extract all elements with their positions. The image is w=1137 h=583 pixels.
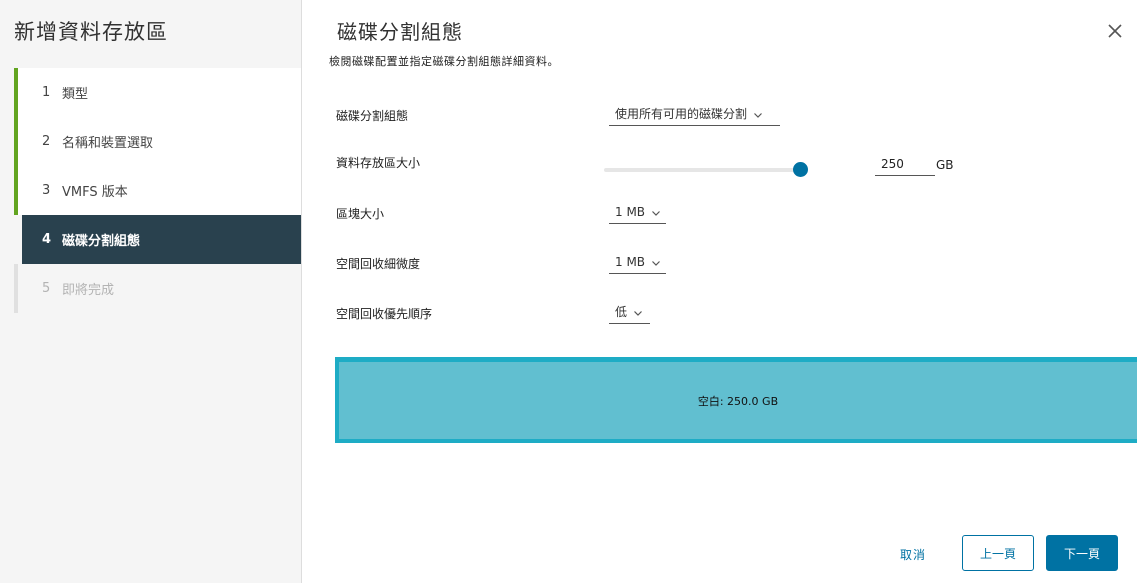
chevron-down-icon bbox=[633, 307, 643, 317]
block-size-value: 1 MB bbox=[615, 204, 646, 219]
step-number: 3 bbox=[42, 183, 51, 198]
datastore-size-input[interactable] bbox=[875, 152, 935, 176]
step-number: 1 bbox=[42, 85, 51, 100]
block-size-select[interactable]: 1 MB bbox=[609, 200, 666, 224]
chevron-down-icon bbox=[753, 109, 763, 119]
wizard-step-partition-config[interactable]: 4 磁碟分割組態 bbox=[22, 215, 301, 264]
datastore-size-slider-handle[interactable] bbox=[792, 162, 808, 177]
reclaim-priority-select[interactable]: 低 bbox=[609, 300, 650, 324]
partition-free-space: 空白: 250.0 GB bbox=[339, 362, 1137, 439]
datastore-size-unit: GB bbox=[936, 158, 954, 172]
partition-layout-bar: 空白: 250.0 GB bbox=[335, 357, 1137, 443]
step-label: 磁碟分割組態 bbox=[62, 234, 141, 249]
reclaim-granularity-label: 空間回收細微度 bbox=[336, 257, 421, 271]
cancel-button[interactable]: 取消 bbox=[900, 546, 926, 563]
block-size-label: 區塊大小 bbox=[336, 207, 385, 221]
step-label: VMFS 版本 bbox=[62, 185, 128, 200]
wizard-main: 磁碟分割組態 檢閱磁碟配置並指定磁碟分割組態詳細資料。 磁碟分割組態 使用所有可… bbox=[302, 0, 1137, 583]
reclaim-granularity-select[interactable]: 1 MB bbox=[609, 250, 666, 274]
step-number: 4 bbox=[42, 232, 52, 247]
partition-config-label: 磁碟分割組態 bbox=[336, 109, 409, 123]
wizard-step-vmfs-version[interactable]: 3 VMFS 版本 bbox=[14, 166, 301, 215]
step-label: 即將完成 bbox=[62, 283, 115, 298]
step-number: 2 bbox=[42, 134, 51, 149]
reclaim-priority-label: 空間回收優先順序 bbox=[336, 307, 433, 321]
partition-free-space-label: 空白: 250.0 GB bbox=[697, 394, 779, 408]
page-title: 磁碟分割組態 bbox=[337, 20, 463, 44]
wizard-sidebar: 新增資料存放區 1 類型 2 名稱和裝置選取 3 VMFS 版本 4 磁碟分割組… bbox=[0, 0, 302, 583]
reclaim-granularity-value: 1 MB bbox=[615, 254, 646, 269]
partition-config-value: 使用所有可用的磁碟分割 bbox=[615, 107, 748, 121]
wizard-step-ready-to-complete: 5 即將完成 bbox=[14, 264, 301, 313]
step-label: 名稱和裝置選取 bbox=[62, 136, 154, 151]
page-subtitle: 檢閱磁碟配置並指定磁碟分割組態詳細資料。 bbox=[329, 55, 559, 68]
reclaim-priority-value: 低 bbox=[615, 305, 628, 319]
datastore-size-label: 資料存放區大小 bbox=[336, 156, 421, 170]
close-button[interactable] bbox=[1104, 20, 1126, 42]
chevron-down-icon bbox=[651, 257, 661, 267]
chevron-down-icon bbox=[651, 207, 661, 217]
next-button[interactable]: 下一頁 bbox=[1046, 535, 1118, 571]
wizard-steps: 1 類型 2 名稱和裝置選取 3 VMFS 版本 4 磁碟分割組態 5 即將完成 bbox=[14, 68, 301, 313]
back-button[interactable]: 上一頁 bbox=[962, 535, 1034, 571]
wizard-step-name-device[interactable]: 2 名稱和裝置選取 bbox=[14, 117, 301, 166]
wizard-step-type[interactable]: 1 類型 bbox=[14, 68, 301, 117]
step-label: 類型 bbox=[62, 87, 89, 102]
datastore-size-slider-track[interactable] bbox=[604, 168, 800, 172]
partition-config-select[interactable]: 使用所有可用的磁碟分割 bbox=[609, 102, 780, 126]
wizard-title: 新增資料存放區 bbox=[14, 20, 168, 44]
close-icon bbox=[1108, 24, 1122, 38]
step-number: 5 bbox=[42, 281, 51, 296]
